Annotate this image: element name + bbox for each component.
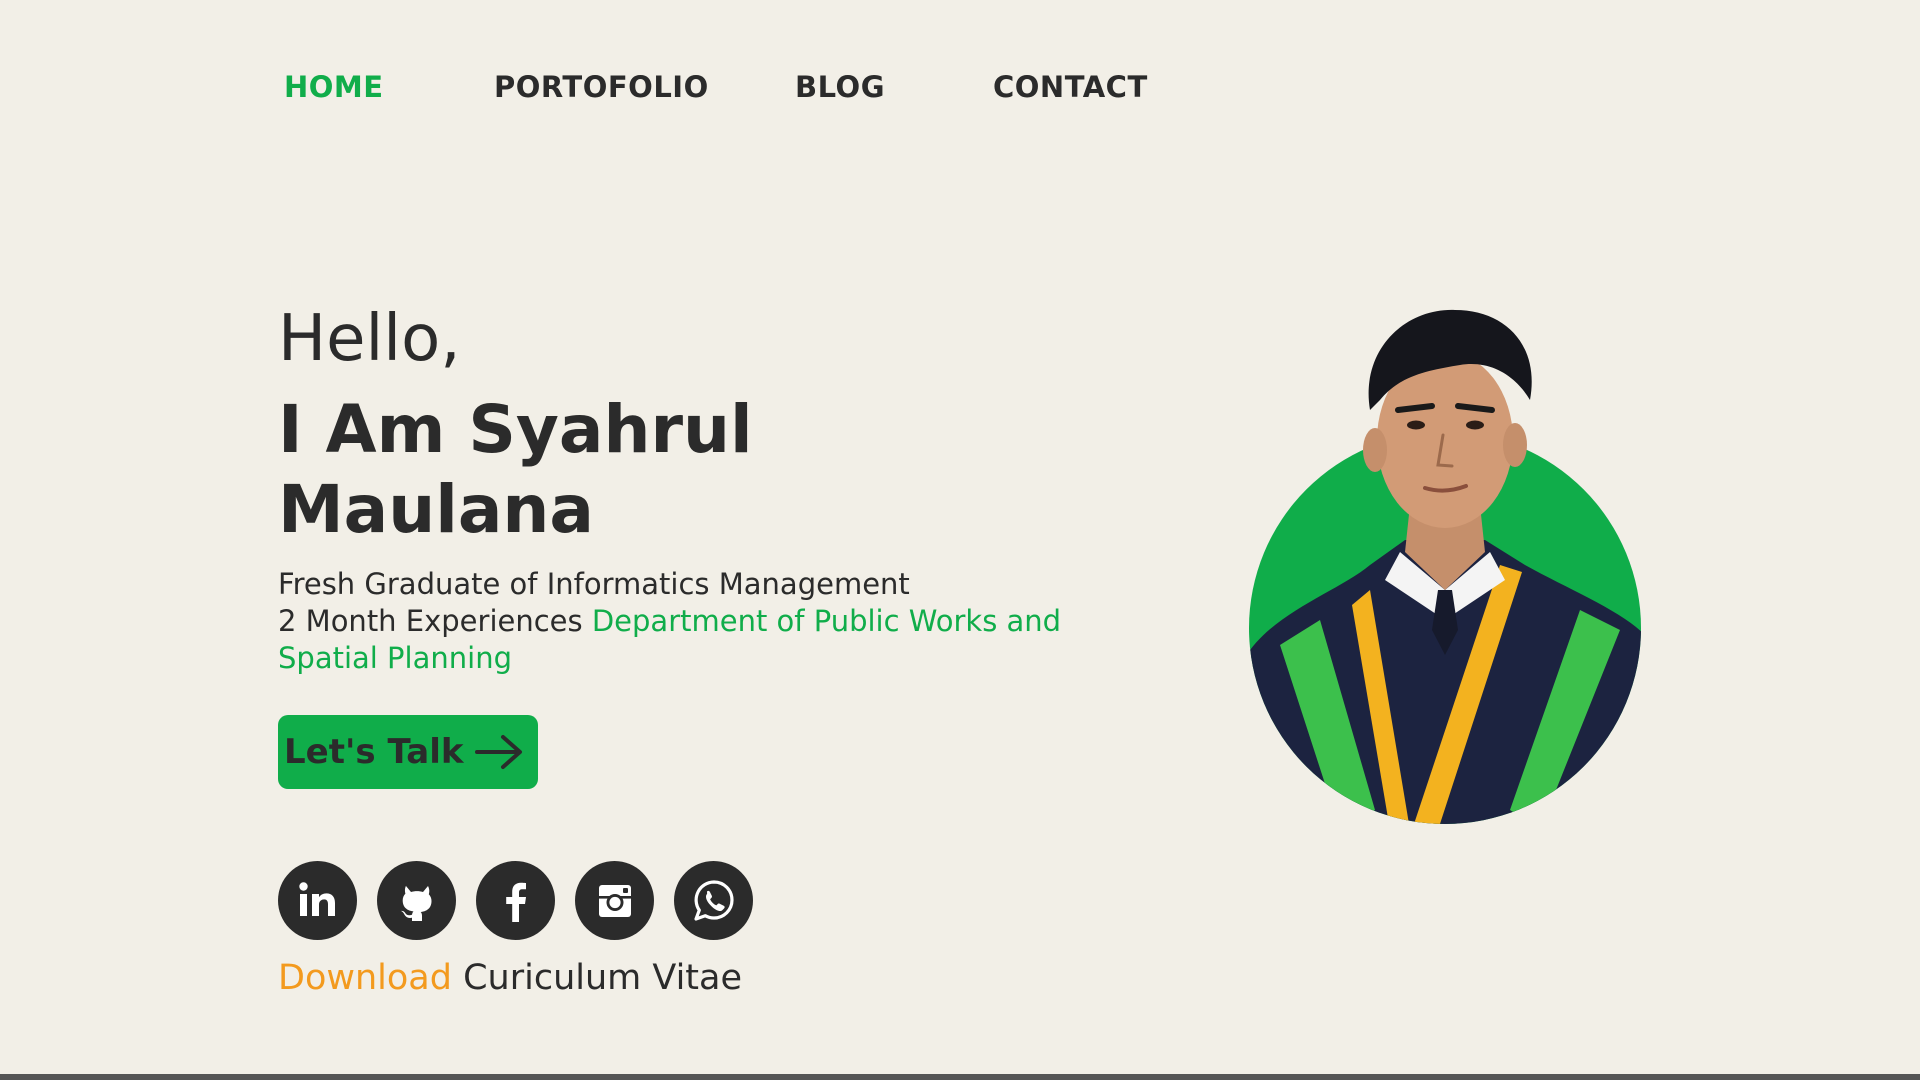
instagram-icon — [598, 884, 631, 917]
instagram-button[interactable] — [575, 861, 654, 940]
lets-talk-button[interactable]: Let's Talk — [278, 715, 538, 789]
profile-photo — [1249, 309, 1641, 824]
cv-label: Curiculum Vitae — [451, 958, 742, 998]
nav-contact[interactable]: CONTACT — [993, 70, 1148, 104]
page: HOME PORTOFOLIO BLOG CONTACT Hello, I Am… — [0, 0, 1920, 1080]
nav-portfolio[interactable]: PORTOFOLIO — [494, 70, 709, 104]
lets-talk-label: Let's Talk — [284, 732, 464, 772]
top-nav: HOME PORTOFOLIO BLOG CONTACT — [0, 70, 1920, 114]
whatsapp-icon — [693, 879, 734, 921]
facebook-icon — [505, 882, 526, 922]
nav-blog[interactable]: BLOG — [795, 70, 885, 104]
hero-name: I Am Syahrul Maulana — [278, 391, 753, 548]
github-icon — [400, 884, 431, 921]
nav-home[interactable]: HOME — [284, 70, 384, 104]
facebook-button[interactable] — [476, 861, 555, 940]
experience-prefix: 2 Month Experiences — [278, 604, 592, 638]
linkedin-icon — [298, 881, 335, 916]
description-line-2: 2 Month Experiences Department of Public… — [278, 603, 1078, 677]
description-line-1: Fresh Graduate of Informatics Management — [278, 567, 910, 601]
github-button[interactable] — [377, 861, 456, 940]
download-cv-link[interactable]: Download — [278, 958, 452, 998]
whatsapp-button[interactable] — [674, 861, 753, 940]
linkedin-button[interactable] — [278, 861, 357, 940]
social-links — [278, 861, 753, 940]
arrow-right-icon — [475, 735, 523, 769]
download-cv: Download Curiculum Vitae — [278, 958, 742, 998]
greeting: Hello, — [278, 302, 461, 376]
hero-description: Fresh Graduate of Informatics Management… — [278, 566, 1078, 677]
bottom-divider — [0, 1074, 1920, 1080]
